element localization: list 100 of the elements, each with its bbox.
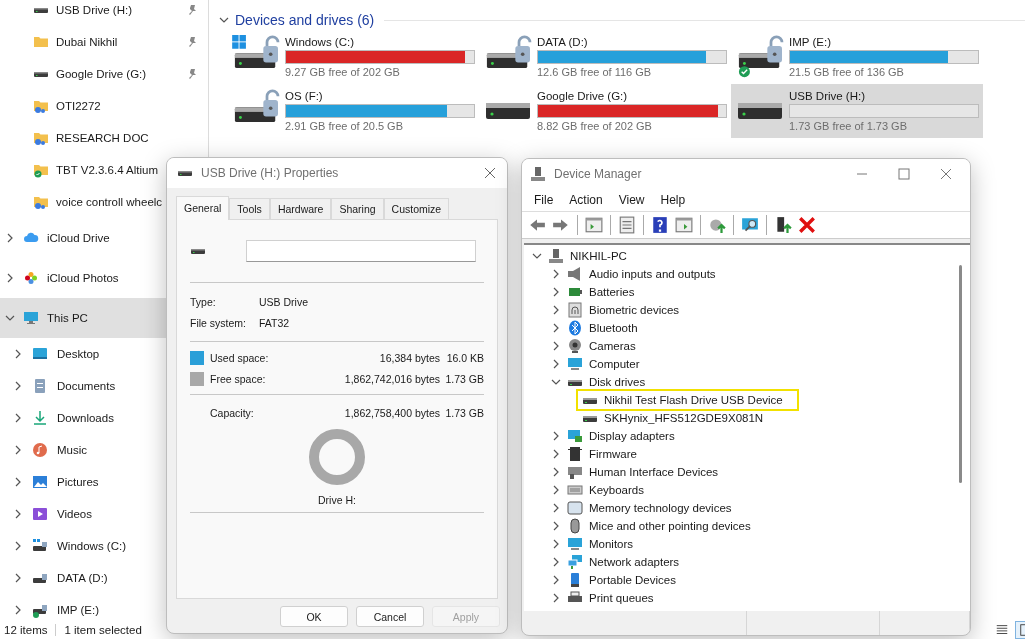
chevron-right-icon[interactable] xyxy=(551,323,561,333)
tree-item[interactable]: Bluetooth xyxy=(524,319,970,337)
chevron-right-icon[interactable] xyxy=(551,521,561,531)
tree-item[interactable]: Biometric devices xyxy=(524,301,970,319)
tree-item[interactable]: Disk drives xyxy=(524,373,970,391)
quick-access-item[interactable]: USB Drive (H:) xyxy=(0,0,208,26)
chevron-right-icon[interactable] xyxy=(551,449,561,459)
chevron-right-icon[interactable] xyxy=(551,575,561,585)
tree-item[interactable]: Portable Devices xyxy=(524,571,970,589)
chevron-right-icon[interactable] xyxy=(551,485,561,495)
display-adapter-icon xyxy=(567,428,583,444)
tree-item[interactable]: Audio inputs and outputs xyxy=(524,265,970,283)
tab[interactable]: Hardware xyxy=(269,198,332,219)
chevron-right-icon[interactable] xyxy=(13,477,23,487)
chevron-right-icon[interactable] xyxy=(551,557,561,567)
tree-item[interactable]: Network adapters xyxy=(524,553,970,571)
close-icon[interactable] xyxy=(940,168,952,180)
menu-item[interactable]: View xyxy=(612,193,651,207)
tree-item[interactable]: Display adapters xyxy=(524,427,970,445)
locked-drive-icon xyxy=(32,602,48,618)
chevron-down-icon[interactable] xyxy=(5,313,15,323)
tree-item[interactable]: Computer xyxy=(524,355,970,373)
nav-tree-item[interactable]: Pictures xyxy=(0,466,208,498)
chevron-right-icon[interactable] xyxy=(13,381,23,391)
tree-item[interactable]: Keyboards xyxy=(524,481,970,499)
chevron-right-icon[interactable] xyxy=(13,509,23,519)
chevron-down-icon[interactable] xyxy=(551,377,561,387)
chevron-right-icon[interactable] xyxy=(5,273,15,283)
drive-tile[interactable]: USB Drive (H:) 1.73 GB free of 1.73 GB xyxy=(731,84,983,138)
chip-icon xyxy=(567,446,583,462)
menu-item[interactable]: Help xyxy=(654,193,692,207)
nav-tree-item[interactable]: iCloud Drive xyxy=(0,218,208,258)
dialog-button[interactable]: OK xyxy=(280,606,348,627)
menu-item[interactable]: File xyxy=(528,193,560,207)
tree-item[interactable]: SKHynix_HFS512GDE9X081N xyxy=(578,409,970,427)
nav-tree-item[interactable]: Documents xyxy=(0,370,208,402)
nav-tree-item[interactable]: Downloads xyxy=(0,402,208,434)
chevron-right-icon[interactable] xyxy=(551,269,561,279)
nav-tree-item[interactable]: Music xyxy=(0,434,208,466)
tree-item[interactable]: Batteries xyxy=(524,283,970,301)
chevron-right-icon[interactable] xyxy=(551,287,561,297)
chevron-right-icon[interactable] xyxy=(551,467,561,477)
section-heading[interactable]: Devices and drives (6) xyxy=(235,12,375,28)
name-field[interactable] xyxy=(246,240,476,262)
drive-tile[interactable]: Google Drive (G:) 8.82 GB free of 202 GB xyxy=(479,84,731,138)
tree-item[interactable]: NIKHIL-PC xyxy=(524,247,970,265)
tree-item[interactable]: Cameras xyxy=(524,337,970,355)
chevron-right-icon[interactable] xyxy=(13,349,23,359)
nav-tree-item[interactable]: DATA (D:) xyxy=(0,562,208,594)
drive-tile[interactable]: OS (F:) 2.91 GB free of 20.5 GB xyxy=(227,84,479,138)
chevron-right-icon[interactable] xyxy=(551,431,561,441)
drive-tile[interactable]: DATA (D:) 12.6 GB free of 116 GB xyxy=(479,30,731,84)
chevron-right-icon[interactable] xyxy=(551,305,561,315)
byte-count: 1,862,758,400 bytes xyxy=(343,407,440,419)
chevron-right-icon[interactable] xyxy=(551,539,561,549)
chevron-right-icon[interactable] xyxy=(13,413,23,423)
tree-item[interactable]: Monitors xyxy=(524,535,970,553)
nav-tree-item[interactable]: Videos xyxy=(0,498,208,530)
tree-item[interactable]: Firmware xyxy=(524,445,970,463)
quick-access-item[interactable]: Dubai Nikhil xyxy=(0,26,208,58)
tab[interactable]: Tools xyxy=(229,198,270,219)
maximize-icon[interactable] xyxy=(898,168,910,180)
tree-item[interactable]: Nikhil Test Flash Drive USB Device xyxy=(578,391,797,409)
chevron-right-icon[interactable] xyxy=(551,341,561,351)
tab[interactable]: Sharing xyxy=(331,198,384,219)
drive-tile[interactable]: IMP (E:) 21.5 GB free of 136 GB xyxy=(731,30,983,84)
quick-access-item[interactable]: Google Drive (G:) xyxy=(0,58,208,90)
chevron-down-icon[interactable] xyxy=(219,15,229,25)
chevron-right-icon[interactable] xyxy=(13,605,23,615)
quick-access-item[interactable]: RESEARCH DOC xyxy=(0,122,208,154)
nav-tree-item[interactable]: iCloud Photos xyxy=(0,258,208,298)
close-icon[interactable] xyxy=(483,166,497,180)
drive-tile[interactable]: Windows (C:) 9.27 GB free of 202 GB xyxy=(227,30,479,84)
chevron-right-icon[interactable] xyxy=(551,593,561,603)
nav-tree-item[interactable]: Desktop xyxy=(0,338,208,370)
drive-icon xyxy=(32,538,48,554)
dialog-button[interactable]: Cancel xyxy=(356,606,424,627)
bluetooth-icon xyxy=(567,320,583,336)
nav-tree-item[interactable]: IMP (E:) xyxy=(0,594,208,621)
chevron-right-icon[interactable] xyxy=(13,445,23,455)
tab[interactable]: General xyxy=(176,196,230,220)
chevron-right-icon[interactable] xyxy=(551,503,561,513)
chevron-right-icon[interactable] xyxy=(13,573,23,583)
delete-icon[interactable] xyxy=(796,214,818,236)
chevron-down-icon[interactable] xyxy=(532,251,542,261)
tree-item[interactable]: Print queues xyxy=(524,589,970,607)
tab[interactable]: Customize xyxy=(383,198,450,219)
video-icon xyxy=(32,506,48,522)
nav-tree-item[interactable]: Windows (C:) xyxy=(0,530,208,562)
menu-item[interactable]: Action xyxy=(563,193,609,207)
field-label: Used space: xyxy=(210,351,270,364)
quick-access-item[interactable]: OTI2272 xyxy=(0,90,208,122)
chevron-right-icon[interactable] xyxy=(551,359,561,369)
chevron-right-icon[interactable] xyxy=(13,541,23,551)
byte-count: 1,862,742,016 bytes xyxy=(343,372,440,385)
tree-item[interactable]: Memory technology devices xyxy=(524,499,970,517)
tree-item[interactable]: Mice and other pointing devices xyxy=(524,517,970,535)
scrollbar-thumb[interactable] xyxy=(959,265,962,483)
chevron-right-icon[interactable] xyxy=(5,233,15,243)
tree-item[interactable]: Human Interface Devices xyxy=(524,463,970,481)
